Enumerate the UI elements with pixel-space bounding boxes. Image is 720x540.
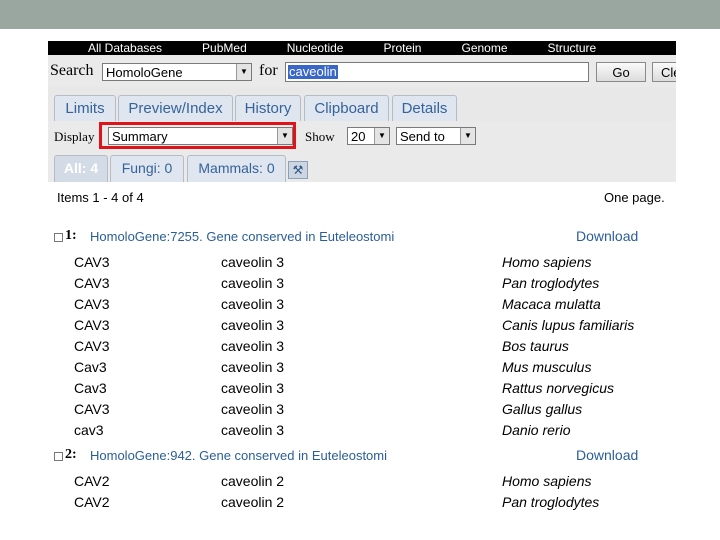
gene-row: CAV3 caveolin 3 Gallus gallus bbox=[48, 401, 676, 422]
gene-description: caveolin 3 bbox=[221, 380, 285, 396]
record-title-link[interactable]: HomoloGene:942. Gene conserved in Eutele… bbox=[90, 448, 387, 463]
gene-description: caveolin 3 bbox=[221, 359, 285, 375]
show-label: Show bbox=[305, 129, 335, 144]
dropdown-arrow-icon[interactable]: ▼ bbox=[460, 128, 475, 144]
dropdown-arrow-icon[interactable]: ▼ bbox=[236, 64, 251, 80]
gene-symbol: CAV3 bbox=[74, 338, 110, 354]
nav-genome[interactable]: Genome bbox=[461, 41, 507, 55]
gene-description: caveolin 3 bbox=[221, 401, 285, 417]
gene-description: caveolin 3 bbox=[221, 296, 285, 312]
gene-symbol: Cav3 bbox=[74, 380, 107, 396]
gene-symbol: CAV2 bbox=[74, 473, 110, 489]
record-number: 1: bbox=[65, 228, 77, 243]
filter-tabs: All: 4 Fungi: 0 Mammals: 0 ⚒ bbox=[48, 151, 676, 182]
gene-symbol: CAV2 bbox=[74, 494, 110, 510]
clear-button[interactable]: Cle bbox=[652, 62, 676, 82]
gene-organism: Macaca mulatta bbox=[502, 296, 601, 312]
gene-description: caveolin 2 bbox=[221, 494, 285, 510]
filter-tab-all[interactable]: All: 4 bbox=[54, 155, 108, 182]
download-link[interactable]: Download bbox=[576, 228, 638, 244]
filter-tab-mammals[interactable]: Mammals: 0 bbox=[187, 155, 286, 182]
gene-symbol: CAV3 bbox=[74, 296, 110, 312]
record-header: 2: HomoloGene:942. Gene conserved in Eut… bbox=[48, 447, 676, 465]
go-button[interactable]: Go bbox=[596, 62, 646, 82]
gene-symbol: CAV3 bbox=[74, 317, 110, 333]
nav-structure[interactable]: Structure bbox=[548, 41, 597, 55]
gene-organism: Danio rerio bbox=[502, 422, 571, 438]
gene-description: caveolin 3 bbox=[221, 338, 285, 354]
tab-clipboard[interactable]: Clipboard bbox=[304, 95, 389, 121]
gene-description: caveolin 3 bbox=[221, 254, 285, 270]
dropdown-arrow-icon[interactable]: ▼ bbox=[374, 128, 389, 144]
tab-details[interactable]: Details bbox=[392, 95, 457, 121]
gene-row: CAV3 caveolin 3 Canis lupus familiaris bbox=[48, 317, 676, 338]
tab-history[interactable]: History bbox=[235, 95, 301, 121]
gene-organism: Pan troglodytes bbox=[502, 275, 600, 291]
search-label: Search bbox=[50, 62, 94, 79]
gene-symbol: Cav3 bbox=[74, 359, 107, 375]
search-term-value: caveolin bbox=[288, 64, 338, 79]
record-checkbox[interactable] bbox=[54, 233, 63, 242]
browser-page: All Databases PubMed Nucleotide Protein … bbox=[48, 41, 676, 540]
gene-symbol: CAV3 bbox=[74, 275, 110, 291]
show-count-value: 20 bbox=[351, 129, 366, 144]
gene-row: Cav3 caveolin 3 Mus musculus bbox=[48, 359, 676, 380]
send-to-value: Send to bbox=[400, 129, 445, 144]
gene-organism: Rattus norvegicus bbox=[502, 380, 615, 396]
gene-description: caveolin 3 bbox=[221, 422, 285, 438]
tab-limits[interactable]: Limits bbox=[54, 95, 116, 121]
display-settings-bar: Display Summary ▼ Show 20 ▼ Send to ▼ bbox=[48, 121, 676, 151]
show-count-select[interactable]: 20 ▼ bbox=[347, 127, 390, 145]
gene-organism: Pan troglodytes bbox=[502, 494, 600, 510]
feature-tabs: Limits Preview/Index History Clipboard D… bbox=[48, 87, 676, 121]
gene-organism: Mus musculus bbox=[502, 359, 592, 375]
database-select-value: HomoloGene bbox=[106, 65, 183, 80]
display-format-select[interactable]: Summary ▼ bbox=[108, 127, 293, 145]
dropdown-arrow-icon[interactable]: ▼ bbox=[277, 128, 292, 144]
for-label: for bbox=[259, 62, 278, 79]
gene-symbol: CAV3 bbox=[74, 401, 110, 417]
nav-pubmed[interactable]: PubMed bbox=[202, 41, 247, 55]
send-to-select[interactable]: Send to ▼ bbox=[396, 127, 476, 145]
page-info: One page. bbox=[604, 190, 665, 205]
gene-organism: Homo sapiens bbox=[502, 254, 592, 270]
gene-row: CAV2 caveolin 2 Homo sapiens bbox=[48, 473, 676, 494]
database-nav-bar: All Databases PubMed Nucleotide Protein … bbox=[48, 41, 676, 55]
gene-organism: Homo sapiens bbox=[502, 473, 592, 489]
items-count: Items 1 - 4 of 4 bbox=[57, 190, 144, 205]
gene-description: caveolin 2 bbox=[221, 473, 285, 489]
gene-row: CAV3 caveolin 3 Pan troglodytes bbox=[48, 275, 676, 296]
search-input[interactable]: caveolin bbox=[285, 62, 589, 82]
record-checkbox[interactable] bbox=[54, 452, 63, 461]
nav-protein[interactable]: Protein bbox=[383, 41, 421, 55]
nav-all-databases[interactable]: All Databases bbox=[88, 41, 162, 55]
gene-organism: Canis lupus familiaris bbox=[502, 317, 635, 333]
search-bar: Search HomoloGene ▼ for caveolin Go Cle bbox=[48, 55, 676, 87]
record-header: 1: HomoloGene:7255. Gene conserved in Eu… bbox=[48, 228, 676, 246]
display-format-value: Summary bbox=[112, 129, 168, 144]
record-title-link[interactable]: HomoloGene:7255. Gene conserved in Eutel… bbox=[90, 229, 394, 244]
gene-row: CAV3 caveolin 3 Homo sapiens bbox=[48, 254, 676, 275]
gene-row: CAV3 caveolin 3 Bos taurus bbox=[48, 338, 676, 359]
gene-row: CAV3 caveolin 3 Macaca mulatta bbox=[48, 296, 676, 317]
gene-row: cav3 caveolin 3 Danio rerio bbox=[48, 422, 676, 443]
gene-description: caveolin 3 bbox=[221, 317, 285, 333]
gene-description: caveolin 3 bbox=[221, 275, 285, 291]
database-select[interactable]: HomoloGene ▼ bbox=[102, 63, 252, 81]
gene-row: CAV2 caveolin 2 Pan troglodytes bbox=[48, 494, 676, 515]
nav-nucleotide[interactable]: Nucleotide bbox=[287, 41, 344, 55]
filter-tab-fungi[interactable]: Fungi: 0 bbox=[110, 155, 184, 182]
gene-symbol: CAV3 bbox=[74, 254, 110, 270]
display-label: Display bbox=[54, 129, 95, 144]
record-number: 2: bbox=[65, 447, 77, 462]
tab-preview-index[interactable]: Preview/Index bbox=[118, 95, 233, 121]
tools-icon[interactable]: ⚒ bbox=[288, 161, 308, 179]
download-link[interactable]: Download bbox=[576, 447, 638, 463]
gene-row: Cav3 caveolin 3 Rattus norvegicus bbox=[48, 380, 676, 401]
gene-symbol: cav3 bbox=[74, 422, 104, 438]
gene-organism: Gallus gallus bbox=[502, 401, 583, 417]
slide-top-bar bbox=[0, 0, 720, 29]
gene-organism: Bos taurus bbox=[502, 338, 569, 354]
